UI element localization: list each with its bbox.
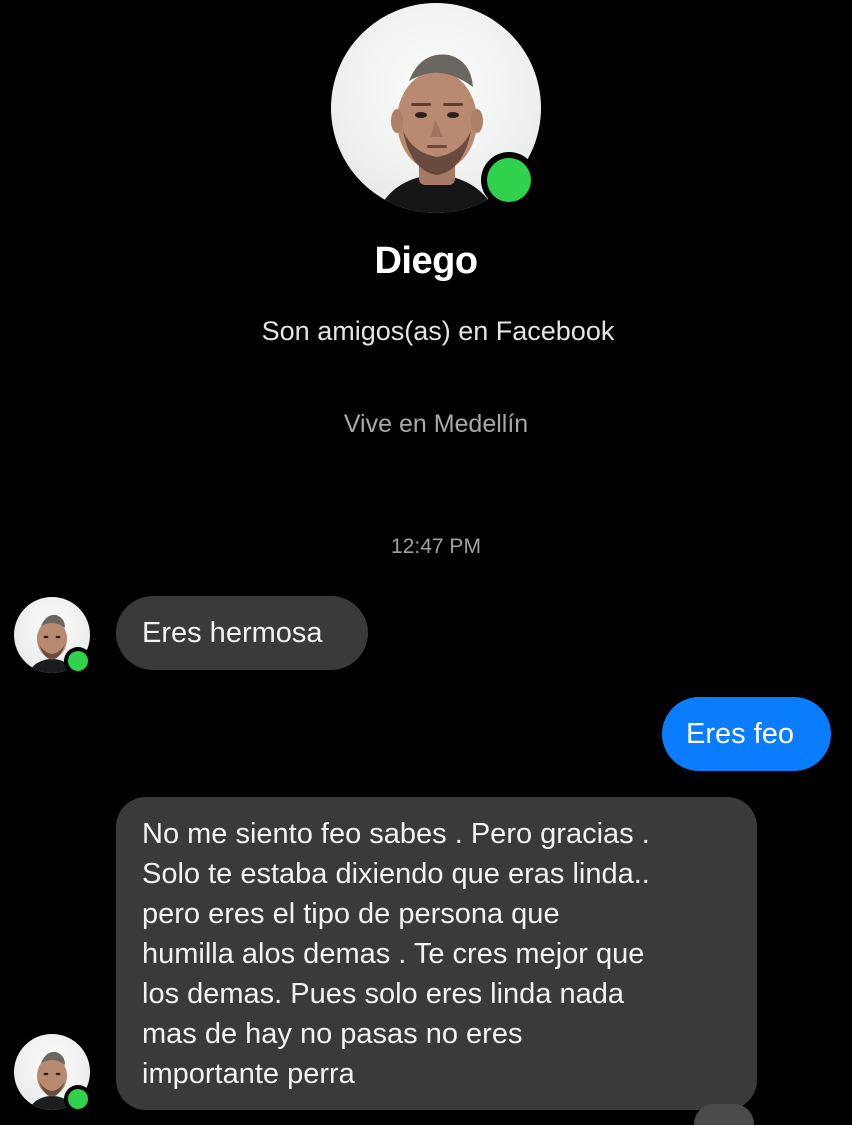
contact-name[interactable]: Diego (0, 240, 852, 283)
message-timestamp: 12:47 PM (391, 535, 481, 558)
message-bubble-sent[interactable]: Eres feo (662, 697, 831, 771)
contact-location: Vive en Medellín (343, 410, 529, 438)
friend-status: Son amigos(as) en Facebook (261, 316, 615, 346)
online-dot-icon (487, 158, 531, 202)
online-dot-icon (68, 651, 88, 671)
online-dot-icon (68, 1089, 88, 1109)
seen-indicator-icon (694, 1104, 754, 1125)
message-bubble-received[interactable]: Eres hermosa (116, 596, 368, 670)
messenger-conversation-screen: Diego Son amigos(as) en Facebook Vive en… (0, 0, 852, 1125)
message-bubble-received[interactable]: No me siento feo sabes . Pero gracias . … (116, 797, 757, 1110)
